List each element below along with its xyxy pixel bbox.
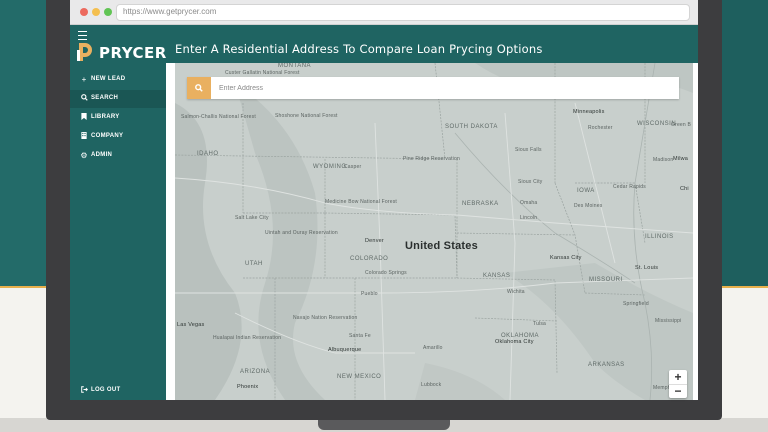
sidebar-item-label: SEARCH xyxy=(91,95,119,101)
map-area-label: Shoshone National Forest xyxy=(275,113,338,119)
map-area-label: Pine Ridge Reservation xyxy=(403,156,460,162)
map-area-label: Custer Gallatin National Forest xyxy=(225,70,300,76)
map-label: WYOMING xyxy=(313,164,347,170)
map-label: NEW MEXICO xyxy=(337,374,382,380)
map-city: Sioux Falls xyxy=(515,147,542,153)
sidebar-item-company[interactable]: COMPANY xyxy=(70,128,166,146)
sidebar: PRYCER + NEW LEAD SEARCH LIBRARY COMPANY… xyxy=(70,25,166,400)
map-city: Chi xyxy=(680,186,689,192)
bookmark-icon xyxy=(79,113,89,123)
map-area-label: Mississippi xyxy=(655,318,682,324)
close-window-button[interactable] xyxy=(80,8,88,16)
map-city: St. Louis xyxy=(635,265,659,271)
map-city: Lubbock xyxy=(421,382,442,388)
logo-text: PRYCER xyxy=(99,44,167,62)
zoom-out-button[interactable]: − xyxy=(669,384,687,398)
map-country-label: United States xyxy=(405,240,478,252)
address-input[interactable] xyxy=(215,77,675,99)
url-text: https://www.getprycer.com xyxy=(123,7,217,16)
map-area-label: Hualapai Indian Reservation xyxy=(213,335,282,341)
page-header: Enter A Residential Address To Compare L… xyxy=(166,25,698,63)
map-city: Sioux City xyxy=(518,179,543,185)
sidebar-item-label: LIBRARY xyxy=(91,114,120,120)
zoom-in-button[interactable]: + xyxy=(669,370,687,385)
map-city: Minneapolis xyxy=(573,109,605,115)
map-label: IDAHO xyxy=(197,151,219,157)
sidebar-item-search[interactable]: SEARCH xyxy=(70,90,166,108)
map-city: Denver xyxy=(365,238,384,244)
map-area-label: Uintah and Ouray Reservation xyxy=(265,230,338,236)
map-city: Tulsa xyxy=(533,321,547,327)
sidebar-item-admin[interactable]: ⚙ ADMIN xyxy=(70,147,166,165)
sidebar-item-label: ADMIN xyxy=(91,152,113,158)
minimize-window-button[interactable] xyxy=(92,8,100,16)
maximize-window-button[interactable] xyxy=(104,8,112,16)
map-city: Cedar Rapids xyxy=(613,184,646,190)
sidebar-item-library[interactable]: LIBRARY xyxy=(70,109,166,127)
map-city: Madison xyxy=(653,157,674,163)
map-label: ARKANSAS xyxy=(588,362,625,368)
map-city: Phoenix xyxy=(237,384,259,390)
sidebar-item-label: NEW LEAD xyxy=(91,76,126,82)
map-view[interactable]: MONTANA SOUTH DAKOTA IDAHO WYOMING NEBRA… xyxy=(175,63,693,400)
sidebar-item-new-lead[interactable]: + NEW LEAD xyxy=(70,71,166,89)
search-button[interactable] xyxy=(187,77,211,99)
map-city: Pueblo xyxy=(361,291,378,297)
address-bar[interactable]: https://www.getprycer.com xyxy=(116,4,690,21)
map-city: Amarillo xyxy=(423,345,443,351)
map-area-label: Salmon-Challis National Forest xyxy=(181,114,256,120)
map-city: Colorado Springs xyxy=(365,270,407,276)
map-label: NEBRASKA xyxy=(462,201,499,207)
monitor-stand xyxy=(318,420,450,430)
map-city: Green B xyxy=(671,122,692,128)
map-city: Wichita xyxy=(507,289,525,295)
map-area-label: Navajo Nation Reservation xyxy=(293,315,358,321)
map-label: MISSOURI xyxy=(589,277,623,283)
browser-chrome: https://www.getprycer.com xyxy=(70,0,698,25)
map-label: MONTANA xyxy=(278,63,312,69)
map-city: Milwa xyxy=(673,156,689,162)
map-area-label: Medicine Bow National Forest xyxy=(325,199,398,205)
map-city: Omaha xyxy=(520,200,538,206)
map-label: IOWA xyxy=(577,188,595,194)
map-city: Santa Fe xyxy=(349,333,371,339)
logo[interactable]: PRYCER xyxy=(75,41,166,63)
gear-icon: ⚙ xyxy=(80,151,88,160)
map-label: ILLINOIS xyxy=(645,234,674,240)
map-label: UTAH xyxy=(245,261,263,267)
map-city: Des Moines xyxy=(574,203,603,209)
address-search-bar xyxy=(187,77,679,99)
map-city: Oklahoma City xyxy=(495,339,534,345)
map-city: Lincoln xyxy=(520,215,538,221)
map-city: Springfield xyxy=(623,301,649,307)
page-title: Enter A Residential Address To Compare L… xyxy=(175,42,543,56)
map-label: KANSAS xyxy=(483,273,511,279)
building-icon xyxy=(79,132,89,142)
search-icon xyxy=(79,94,89,104)
map-city: Kansas City xyxy=(550,255,582,261)
map-label: ARIZONA xyxy=(240,369,271,375)
map-label: COLORADO xyxy=(350,256,389,262)
map-city: Rochester xyxy=(588,125,613,131)
map-zoom-control: + − xyxy=(669,370,687,398)
search-icon xyxy=(195,84,203,92)
map-city: Casper xyxy=(344,164,362,170)
hamburger-menu-icon[interactable] xyxy=(78,31,87,40)
map-label: SOUTH DAKOTA xyxy=(445,124,498,130)
map-city: Albuquerque xyxy=(328,347,362,353)
sidebar-item-label: COMPANY xyxy=(91,133,124,139)
map-city: Salt Lake City xyxy=(235,215,269,221)
logout-label: LOG OUT xyxy=(91,387,121,393)
logout-icon xyxy=(79,386,89,396)
logout-button[interactable]: LOG OUT xyxy=(70,382,166,400)
map-city: Las Vegas xyxy=(177,322,205,328)
logo-mark-icon xyxy=(77,43,92,61)
plus-icon: + xyxy=(81,75,87,84)
